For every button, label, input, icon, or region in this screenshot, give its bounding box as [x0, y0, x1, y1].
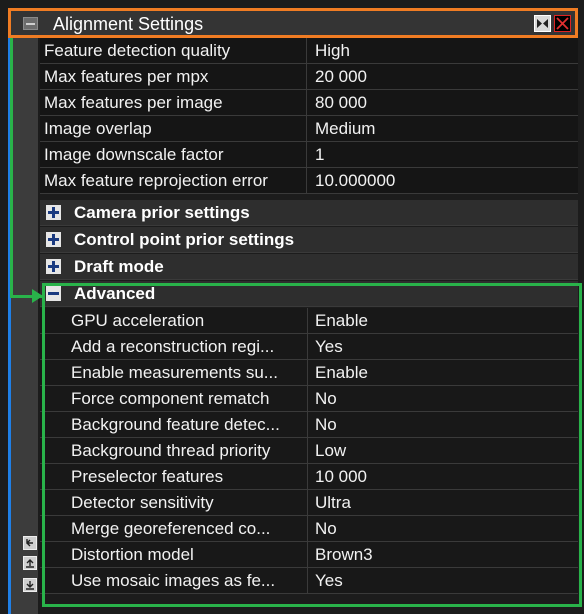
panel-title: Alignment Settings	[53, 14, 204, 34]
group-label: Advanced	[74, 284, 156, 303]
expand-plus-icon[interactable]	[46, 259, 61, 274]
property-value[interactable]: Medium	[315, 116, 375, 141]
advanced-property-row[interactable]: Add a reconstruction regi... Yes	[40, 334, 578, 360]
advanced-property-row[interactable]: Distortion model Brown3	[40, 542, 578, 568]
property-name: Max features per mpx	[40, 64, 307, 89]
property-name: Add a reconstruction regi...	[66, 334, 308, 359]
advanced-property-row[interactable]: Detector sensitivity Ultra	[40, 490, 578, 516]
property-value[interactable]: No	[315, 386, 337, 411]
property-name: Distortion model	[66, 542, 308, 567]
property-name: Background thread priority	[66, 438, 308, 463]
property-name: Merge georeferenced co...	[66, 516, 308, 541]
advanced-property-row[interactable]: Merge georeferenced co... No	[40, 516, 578, 542]
collapse-minus-icon[interactable]	[46, 286, 61, 301]
property-name: Image overlap	[40, 116, 307, 141]
property-name: Background feature detec...	[66, 412, 308, 437]
property-row[interactable]: Max features per mpx 20 000	[40, 64, 578, 90]
property-row[interactable]: Max features per image 80 000	[40, 90, 578, 116]
property-value[interactable]: Brown3	[315, 542, 373, 567]
property-name: Preselector features	[66, 464, 308, 489]
advanced-property-row[interactable]: Use mosaic images as fe... Yes	[40, 568, 578, 594]
advanced-property-row[interactable]: Background feature detec... No	[40, 412, 578, 438]
float-panel-icon[interactable]	[534, 15, 551, 32]
property-value[interactable]: 1	[315, 142, 324, 167]
property-value[interactable]: High	[315, 38, 350, 63]
property-value[interactable]: No	[315, 516, 337, 541]
group-camera-prior-settings[interactable]: Camera prior settings	[40, 200, 578, 226]
property-value[interactable]: 10.000000	[315, 168, 395, 193]
property-value[interactable]: 20 000	[315, 64, 367, 89]
property-row[interactable]: Max feature reprojection error 10.000000	[40, 168, 578, 194]
property-value[interactable]: Low	[315, 438, 346, 463]
advanced-property-row[interactable]: GPU acceleration Enable	[40, 308, 578, 334]
property-value[interactable]: Yes	[315, 334, 343, 359]
advanced-property-row[interactable]: Preselector features 10 000	[40, 464, 578, 490]
property-value[interactable]: Ultra	[315, 490, 351, 515]
property-name: Force component rematch	[66, 386, 308, 411]
undo-icon[interactable]	[23, 536, 37, 550]
group-advanced[interactable]: Advanced	[40, 281, 578, 307]
expand-plus-icon[interactable]	[46, 232, 61, 247]
property-name: Max features per image	[40, 90, 307, 115]
property-value[interactable]: Enable	[315, 308, 368, 333]
property-name: Detector sensitivity	[66, 490, 308, 515]
property-value[interactable]: 10 000	[315, 464, 367, 489]
group-draft-mode[interactable]: Draft mode	[40, 254, 578, 280]
close-icon[interactable]	[554, 15, 571, 32]
upload-icon[interactable]	[23, 556, 37, 570]
property-name: Enable measurements su...	[66, 360, 308, 385]
property-name: GPU acceleration	[66, 308, 308, 333]
group-label: Draft mode	[74, 257, 164, 276]
advanced-property-row[interactable]: Background thread priority Low	[40, 438, 578, 464]
title-bar[interactable]: Alignment Settings	[8, 8, 578, 38]
property-row[interactable]: Image overlap Medium	[40, 116, 578, 142]
expand-plus-icon[interactable]	[46, 205, 61, 220]
property-name: Image downscale factor	[40, 142, 307, 167]
collapse-panel-icon[interactable]	[23, 17, 38, 30]
property-row[interactable]: Feature detection quality High	[40, 38, 578, 64]
property-name: Feature detection quality	[40, 38, 307, 63]
group-label: Camera prior settings	[74, 203, 250, 222]
alignment-settings-panel: Feature detection quality High Max featu…	[0, 0, 584, 614]
property-value[interactable]: Enable	[315, 360, 368, 385]
property-row[interactable]: Image downscale factor 1	[40, 142, 578, 168]
property-name: Max feature reprojection error	[40, 168, 307, 193]
advanced-property-row[interactable]: Enable measurements su... Enable	[40, 360, 578, 386]
download-icon[interactable]	[23, 578, 37, 592]
group-control-point-prior-settings[interactable]: Control point prior settings	[40, 227, 578, 253]
property-name: Use mosaic images as fe...	[66, 568, 308, 593]
property-value[interactable]: No	[315, 412, 337, 437]
property-value[interactable]: Yes	[315, 568, 343, 593]
annotation-connector	[10, 38, 13, 298]
group-label: Control point prior settings	[74, 230, 295, 249]
annotation-arrow	[32, 289, 43, 303]
advanced-property-row[interactable]: Force component rematch No	[40, 386, 578, 412]
property-value[interactable]: 80 000	[315, 90, 367, 115]
